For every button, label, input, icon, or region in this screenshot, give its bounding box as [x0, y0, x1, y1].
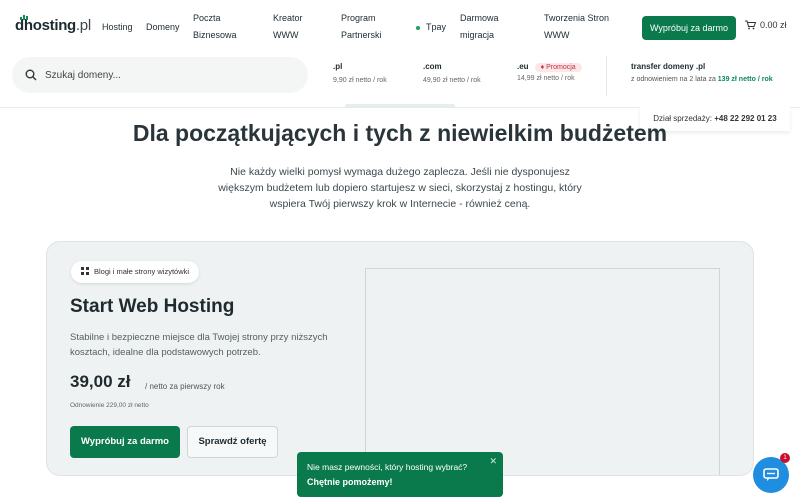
transfer-title: transfer domeny .pl — [631, 62, 706, 71]
search-icon — [25, 69, 37, 81]
domain-tld: .com — [423, 62, 442, 71]
nav-label: WWW — [544, 30, 570, 40]
plan-description: Stabilne i bezpieczne miejsce dla Twojej… — [70, 332, 328, 358]
chat-icon — [763, 468, 779, 481]
page-title: Dla początkujących i tych z niewielkim b… — [132, 120, 668, 146]
domain-offer-com[interactable]: .com 49,90 zł netto / rok — [423, 62, 481, 84]
plan-renewal: Odnowienie 229,00 zł netto — [70, 402, 149, 409]
category-chip: Blogi i małe strony wizytówki — [71, 261, 200, 283]
cart-button[interactable]: 0.00 zł — [745, 20, 787, 30]
top-navigation: dhosting.pl Hosting Domeny Poczta Biznes… — [0, 0, 800, 56]
nav-item-darmowa-migracja[interactable]: Darmowa migracja — [460, 10, 499, 44]
transfer-subtitle: z odnowieniem na 2 lata za 139 zł netto … — [631, 76, 773, 83]
try-free-button[interactable]: Wypróbuj za darmo — [642, 16, 736, 40]
domain-search[interactable] — [12, 57, 308, 93]
promo-label: Promocja — [546, 64, 576, 71]
nav-label: Darmowa — [460, 13, 499, 23]
chip-label: Blogi i małe strony wizytówki — [94, 267, 190, 276]
try-plan-button[interactable]: Wypróbuj za darmo — [70, 426, 180, 458]
nav-item-kreator-www[interactable]: Kreator WWW — [273, 10, 303, 44]
grid-icon — [81, 267, 89, 275]
nav-label: Poczta — [193, 13, 221, 23]
plan-illustration — [365, 268, 720, 475]
nav-item-tpay[interactable]: Tpay — [426, 19, 446, 36]
nav-item-tworzenia-stron[interactable]: Tworzenia Stron WWW — [544, 10, 609, 44]
nav-item-poczta-biznesowa[interactable]: Poczta Biznesowa — [193, 10, 237, 44]
transfer-sub-prefix: z odnowieniem na 2 lata za — [631, 76, 718, 83]
nav-label: Kreator — [273, 13, 303, 23]
close-icon[interactable]: ✕ — [489, 454, 497, 469]
cart-icon — [745, 20, 757, 30]
nav-label: WWW — [273, 30, 299, 40]
transfer-price: 139 zł netto / rok — [717, 76, 773, 83]
nav-item-program-partnerski[interactable]: Program Partnerski — [341, 10, 382, 44]
check-offer-button[interactable]: Sprawdź ofertę — [187, 426, 278, 458]
plan-price-note: / netto za pierwszy rok — [145, 382, 225, 391]
domain-price: 14,99 zł netto / rok — [517, 75, 575, 82]
cart-value: 0.00 zł — [760, 20, 787, 30]
search-input[interactable] — [45, 66, 295, 84]
nav-item-hosting[interactable]: Hosting — [102, 19, 133, 36]
nav-item-domeny[interactable]: Domeny — [146, 19, 180, 36]
chat-prompt-cta: Chętnie pomożemy! — [307, 477, 393, 487]
logo[interactable]: dhosting.pl — [15, 14, 91, 34]
nav-label: Tworzenia Stron — [544, 13, 610, 23]
divider — [606, 56, 607, 96]
chat-badge: 1 — [780, 453, 790, 463]
tpay-status-dot-icon — [416, 26, 420, 30]
nav-label: Hosting — [102, 22, 133, 32]
chat-prompt[interactable]: Nie masz pewności, który hosting wybrać?… — [297, 452, 503, 497]
domain-tld: .pl — [333, 62, 343, 71]
plan-title: Start Web Hosting — [70, 296, 235, 317]
domain-price: 9,90 zł netto / rok — [333, 77, 387, 84]
nav-label: Program — [341, 13, 376, 23]
plan-price: 39,00 zł — [70, 372, 131, 391]
domain-tld: .eu — [517, 62, 529, 71]
domain-offer-pl[interactable]: .pl 9,90 zł netto / rok — [333, 62, 387, 84]
nav-label: Partnerski — [341, 30, 382, 40]
logo-bars-icon — [20, 14, 30, 20]
domain-price: 49,90 zł netto / rok — [423, 77, 481, 84]
nav-label: Biznesowa — [193, 30, 237, 40]
domain-transfer-offer[interactable]: transfer domeny .pl z odnowieniem na 2 l… — [631, 62, 773, 83]
chat-prompt-question: Nie masz pewności, który hosting wybrać? — [307, 462, 468, 472]
page-subtitle: Nie każdy wielki pomysł wymaga dużego za… — [218, 166, 582, 210]
nav-label: Domeny — [146, 22, 180, 32]
logo-tld-text: .pl — [75, 17, 91, 34]
promo-badge: ♦ Promocja — [534, 63, 582, 72]
nav-label: migracja — [460, 30, 495, 40]
hosting-plan-card: Blogi i małe strony wizytówki Start Web … — [46, 241, 754, 476]
nav-label: Tpay — [426, 22, 447, 32]
domain-offer-eu[interactable]: .eu ♦ Promocja 14,99 zł netto / rok — [517, 62, 582, 82]
